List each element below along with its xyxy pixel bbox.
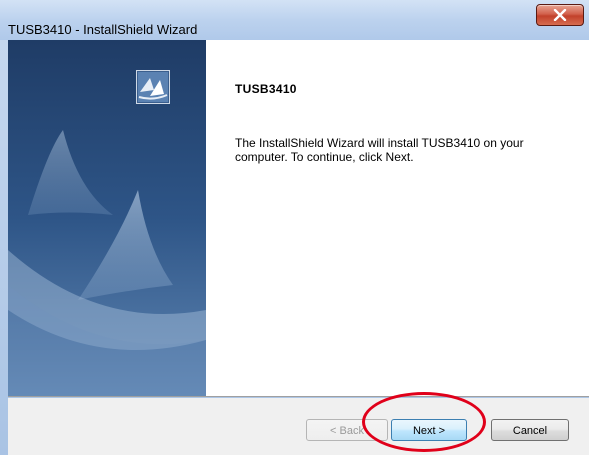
welcome-message: The InstallShield Wizard will install TU… <box>235 136 524 164</box>
close-button[interactable] <box>536 4 584 26</box>
button-bar: < Back Next > Cancel <box>8 398 589 455</box>
side-banner-image <box>8 40 206 396</box>
page-heading: TUSB3410 <box>235 82 297 96</box>
installer-window: TUSB3410 - InstallShield Wizard TUSB3410… <box>0 0 589 455</box>
cancel-button[interactable]: Cancel <box>491 419 569 441</box>
back-button[interactable]: < Back <box>306 419 388 441</box>
wizard-content-pane: TUSB3410 The InstallShield Wizard will i… <box>8 40 589 396</box>
next-button[interactable]: Next > <box>391 419 467 441</box>
window-title: TUSB3410 - InstallShield Wizard <box>8 22 198 37</box>
close-icon <box>553 9 567 21</box>
installshield-logo-icon <box>136 70 170 104</box>
title-bar[interactable]: TUSB3410 - InstallShield Wizard <box>0 0 589 40</box>
